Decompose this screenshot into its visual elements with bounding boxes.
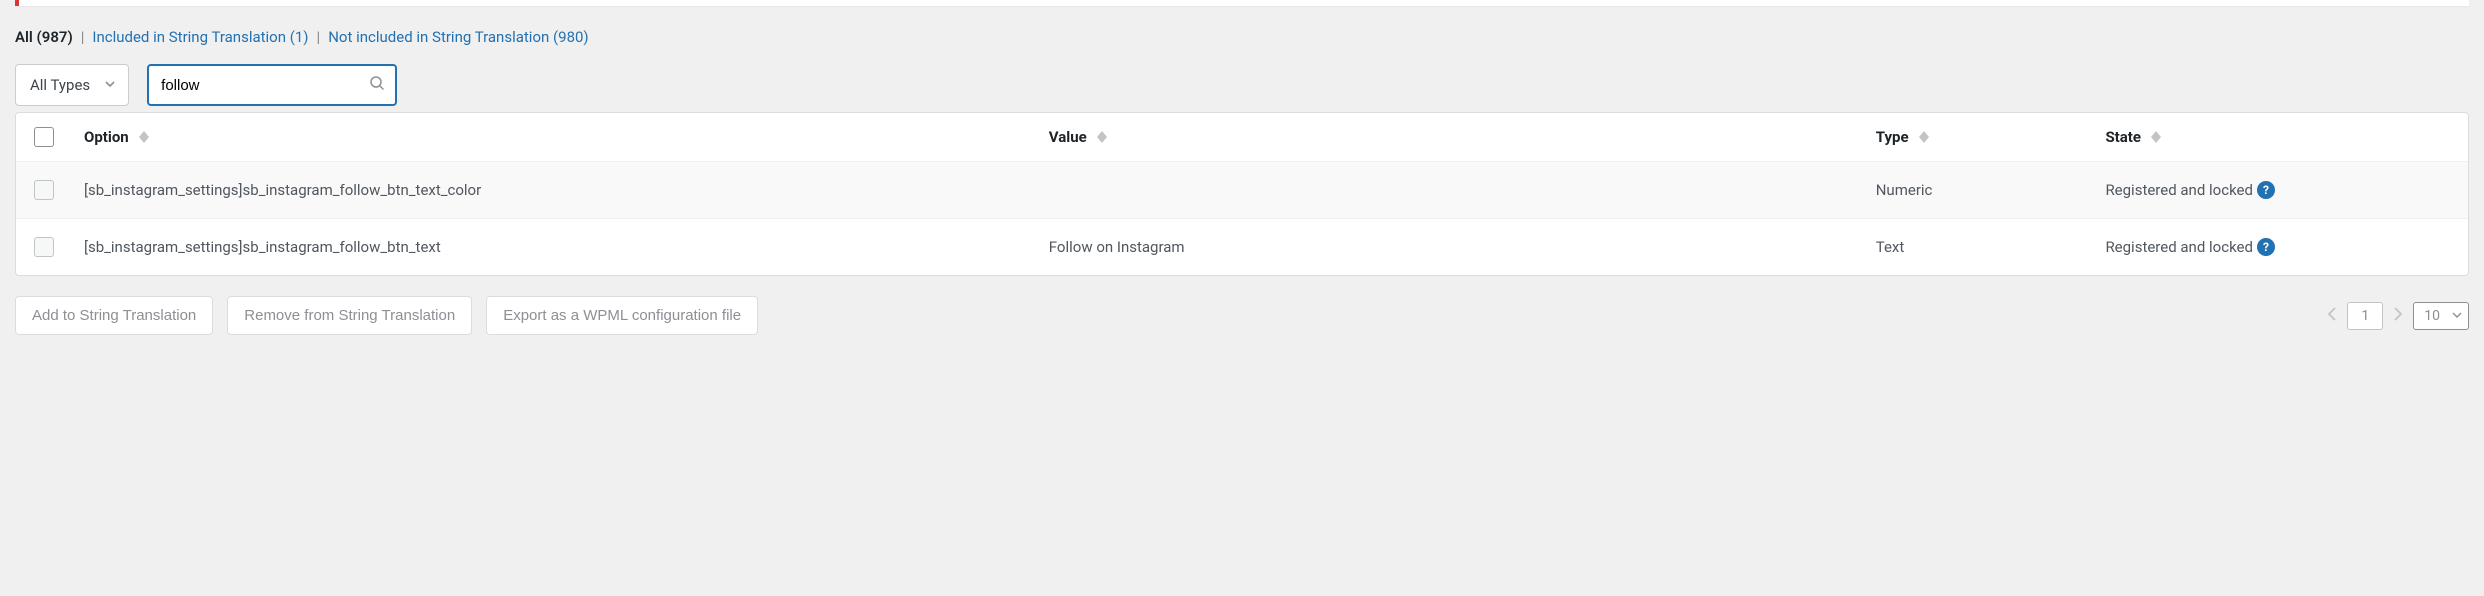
search-box[interactable] [147,64,397,106]
cell-value: Follow on Instagram [1049,238,1876,256]
sort-icon [1097,131,1107,143]
filter-tabs: All (987) | Included in String Translati… [15,28,2469,46]
header-type-label: Type [1876,128,1909,146]
export-config-button[interactable]: Export as a WPML configuration file [486,296,758,335]
next-page-button[interactable] [2393,307,2403,325]
header-option[interactable]: Option [84,128,1049,146]
filter-included[interactable]: Included in String Translation (1) [92,28,308,46]
sort-icon [139,131,149,143]
filter-not-included[interactable]: Not included in String Translation (980) [328,28,588,46]
chevron-down-icon [2452,308,2462,324]
row-checkbox[interactable] [34,180,54,200]
table-row: [sb_instagram_settings]sb_instagram_foll… [16,218,2468,275]
remove-from-translation-button[interactable]: Remove from String Translation [227,296,472,335]
page-size-label: 10 [2424,308,2440,324]
type-filter-select[interactable]: All Types [15,64,129,106]
add-to-translation-button[interactable]: Add to String Translation [15,296,213,335]
separator: | [317,28,321,46]
cell-state: Registered and locked [2105,181,2253,199]
header-option-label: Option [84,128,129,146]
sort-icon [2151,131,2161,143]
help-icon[interactable]: ? [2257,238,2275,256]
cell-type: Numeric [1876,181,2106,199]
cell-state: Registered and locked [2105,238,2253,256]
sort-icon [1919,131,1929,143]
type-filter-label: All Types [30,76,90,94]
header-value-label: Value [1049,128,1087,146]
options-table: Option Value Type [15,112,2469,276]
cell-type: Text [1876,238,2106,256]
pagination: 1 10 [2327,302,2469,330]
search-input[interactable] [161,77,357,94]
page-number-input[interactable]: 1 [2347,302,2383,330]
help-icon[interactable]: ? [2257,181,2275,199]
page-size-select[interactable]: 10 [2413,302,2469,330]
prev-page-button[interactable] [2327,307,2337,325]
chevron-down-icon [104,76,116,94]
footer-row: Add to String Translation Remove from St… [15,296,2469,335]
search-icon[interactable] [369,75,385,95]
header-type[interactable]: Type [1876,128,2106,146]
table-row: [sb_instagram_settings]sb_instagram_foll… [16,161,2468,218]
header-state-label: State [2105,128,2141,146]
row-checkbox[interactable] [34,237,54,257]
cell-option: [sb_instagram_settings]sb_instagram_foll… [84,181,1049,199]
filter-all[interactable]: All (987) [15,28,73,46]
header-value[interactable]: Value [1049,128,1876,146]
header-state[interactable]: State [2105,128,2450,146]
separator: | [81,28,85,46]
select-all-checkbox[interactable] [34,127,54,147]
controls-row: All Types [15,64,2469,106]
notice-bar [15,0,2469,6]
cell-option: [sb_instagram_settings]sb_instagram_foll… [84,238,1049,256]
table-header: Option Value Type [16,113,2468,161]
